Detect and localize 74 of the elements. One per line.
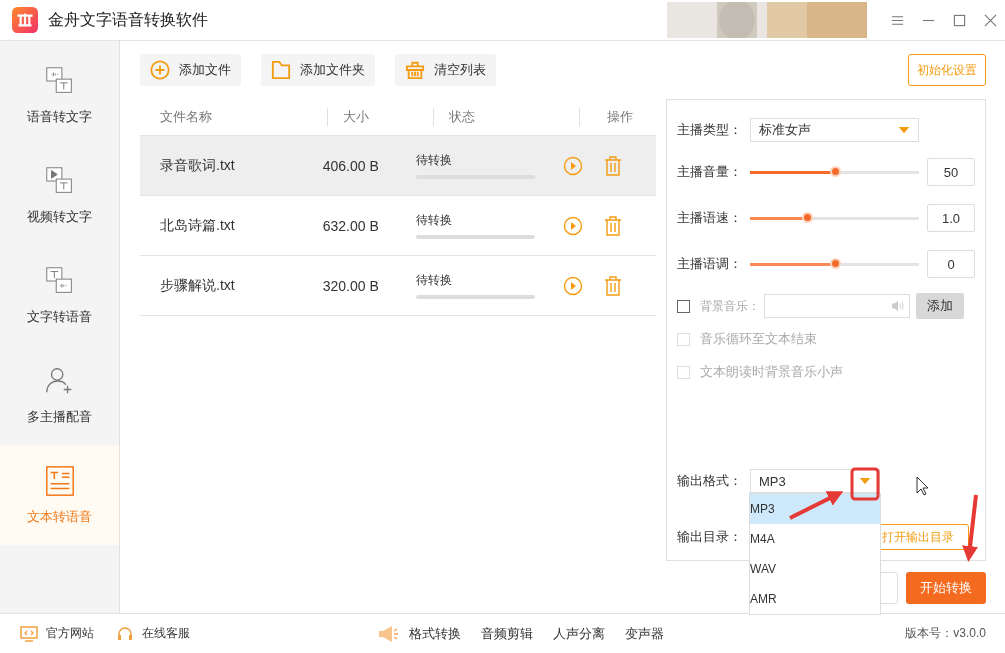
folder-icon (271, 60, 291, 80)
checkbox[interactable] (677, 299, 690, 313)
app-logo-icon (12, 7, 38, 33)
file-size: 320.00 B (321, 277, 380, 294)
play-icon[interactable] (562, 215, 583, 236)
sidebar-item[interactable]: 语音转文字 (0, 45, 119, 145)
dropdown-option[interactable]: WAV (750, 554, 880, 584)
close-icon[interactable] (984, 13, 997, 27)
footer-link[interactable]: 在线客服 (116, 625, 190, 642)
trash-icon[interactable] (602, 215, 623, 236)
menu-icon[interactable] (891, 13, 904, 27)
annotation-arrow (789, 491, 844, 520)
basket-icon (405, 60, 425, 80)
megaphone-icon (377, 624, 399, 643)
status-text: 待转换 (416, 272, 454, 289)
status-text: 待转换 (416, 152, 454, 169)
column-header: 文件名称 (159, 108, 213, 126)
plus-circle-icon (150, 60, 170, 80)
annotation-arrow (962, 494, 979, 562)
value-field[interactable]: 0 (927, 250, 975, 278)
play-icon[interactable] (562, 155, 583, 176)
field-label: 输出目录： (677, 528, 743, 546)
file-size: 632.00 B (321, 217, 380, 234)
file-row[interactable]: 录音歌词.txt 406.00 B 待转换 (140, 136, 656, 196)
caret-icon (859, 477, 871, 485)
monitor-icon (20, 625, 38, 642)
dropdown-option[interactable]: MP3 (750, 494, 880, 524)
maximize-icon[interactable] (953, 13, 966, 27)
music-field[interactable] (764, 294, 910, 318)
tool-link[interactable]: 人声分离 (553, 624, 605, 643)
voice-type-select[interactable]: 标准女声 (750, 118, 919, 142)
option-label: 文本朗读时背景音乐小声 (700, 363, 843, 381)
field-label: 背景音乐： (700, 297, 761, 315)
file-name: 步骤解说.txt (159, 276, 236, 295)
headset-icon (116, 625, 134, 642)
cursor-icon (916, 476, 929, 496)
file-name: 录音歌词.txt (159, 156, 236, 175)
status-text: 待转换 (416, 212, 454, 229)
tool-link[interactable]: 变声器 (625, 624, 664, 643)
column-header: 大小 (327, 108, 433, 126)
caret-icon (898, 126, 910, 134)
dropdown-option[interactable]: AMR (750, 584, 880, 614)
value-field[interactable]: 1.0 (927, 204, 975, 232)
speaker-icon (891, 300, 905, 312)
field-label: 输出格式： (677, 472, 743, 490)
file-name: 北岛诗篇.txt (159, 216, 236, 235)
toolbar-button[interactable]: 添加文件 (140, 54, 241, 86)
value-field[interactable]: 50 (927, 158, 975, 186)
toolbar-button[interactable]: 添加文件夹 (261, 54, 375, 86)
sidebar-item[interactable]: 视频转文字 (0, 145, 119, 245)
file-size: 406.00 B (321, 157, 380, 174)
field-label: 主播类型： (677, 121, 743, 139)
tool-link[interactable]: 音频剪辑 (481, 624, 533, 643)
file-row[interactable]: 北岛诗篇.txt 632.00 B 待转换 (140, 196, 656, 256)
sidebar-item[interactable]: 多主播配音 (0, 345, 119, 445)
trash-icon[interactable] (602, 275, 623, 296)
file-row[interactable]: 步骤解说.txt 320.00 B 待转换 (140, 256, 656, 316)
field-label: 主播语速： (677, 209, 743, 227)
dropdown-option[interactable]: M4A (750, 524, 880, 554)
tool-link[interactable]: 格式转换 (409, 624, 461, 643)
field-label: 主播音量： (677, 163, 743, 181)
column-header: 操作 (579, 108, 653, 126)
version-text: 版本号：v3.0.0 (905, 625, 986, 642)
window-title: 金舟文字语音转换软件 (48, 9, 208, 30)
sidebar-item[interactable]: 文字转语音 (0, 245, 119, 345)
field-label: 主播语调： (677, 255, 743, 273)
option-label: 音乐循环至文本结束 (700, 330, 817, 348)
highlight-frame (850, 467, 880, 501)
trash-icon[interactable] (602, 155, 623, 176)
column-header: 状态 (433, 108, 579, 126)
add-music-button[interactable]: 添加 (916, 293, 964, 319)
toolbar-button[interactable]: 清空列表 (395, 54, 496, 86)
footer-link[interactable]: 官方网站 (20, 625, 94, 642)
play-icon[interactable] (562, 275, 583, 296)
